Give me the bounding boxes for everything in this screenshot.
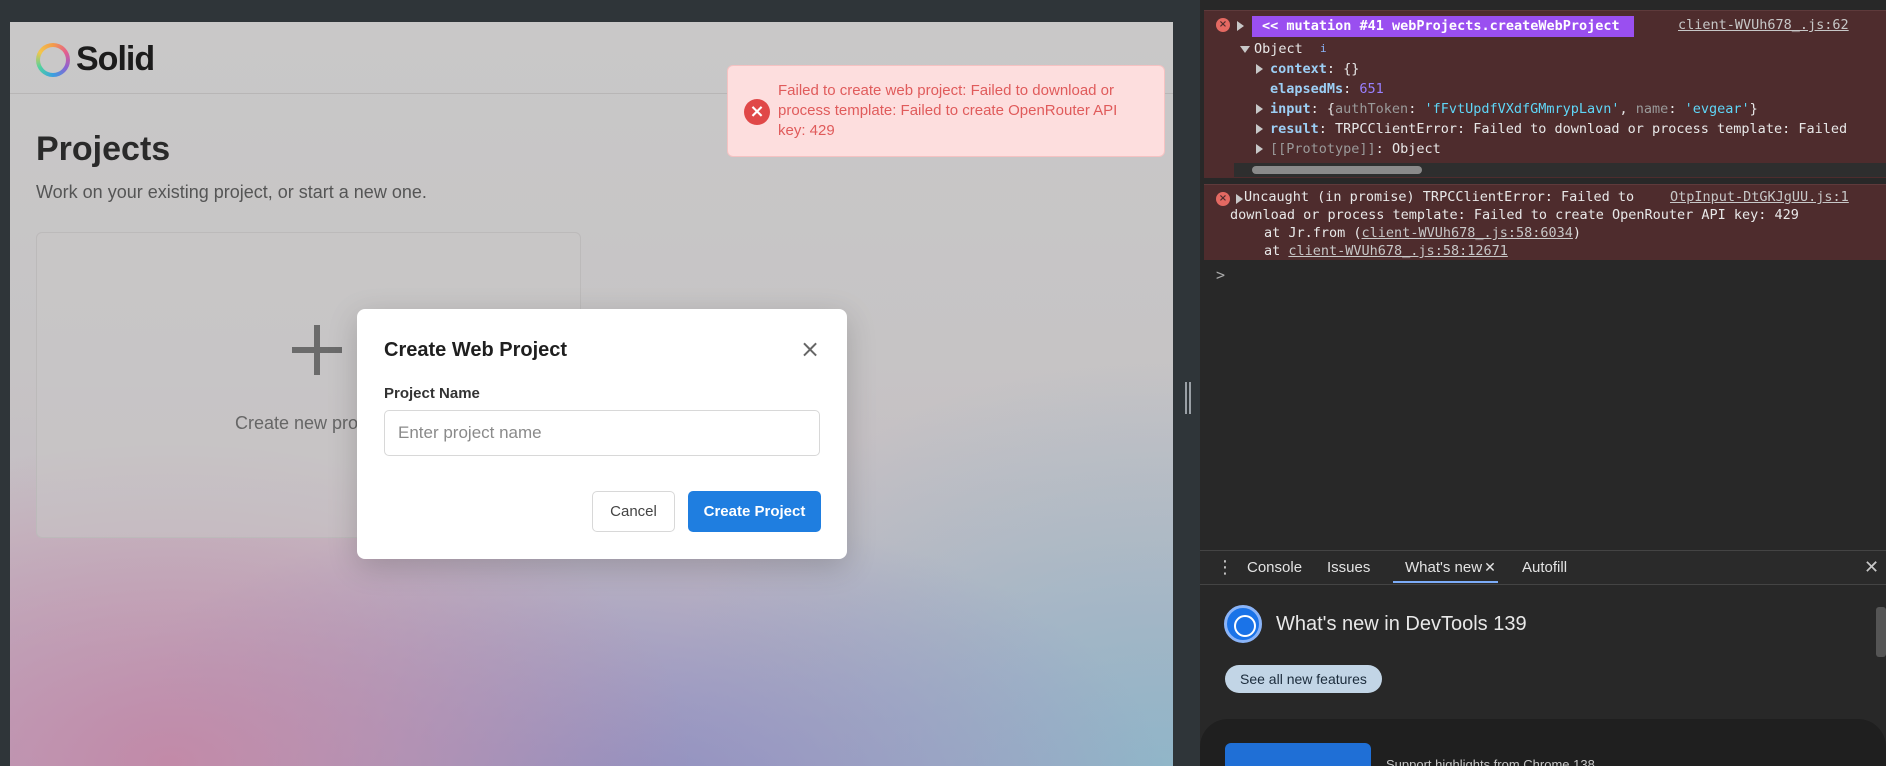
page-subtitle: Work on your existing project, or start …	[36, 182, 427, 202]
scrollbar-thumb[interactable]	[1252, 166, 1422, 174]
prop-elapsed: elapsedMs: 651	[1270, 81, 1384, 97]
stack-line-2: at client-WVUh678_.js:58:12671	[1264, 243, 1508, 259]
mutation-badge: << mutation #41 webProjects.createWebPro…	[1252, 16, 1634, 37]
logo-text: Solid	[76, 40, 155, 78]
stack-line-1: at Jr.from (client-WVUh678_.js:58:6034)	[1264, 225, 1582, 241]
source-link[interactable]: client-WVUh678_.js:62	[1678, 15, 1849, 35]
project-name-input[interactable]	[384, 410, 820, 456]
splitter-handle[interactable]	[1185, 382, 1191, 414]
stack-link[interactable]: client-WVUh678_.js:58:12671	[1288, 243, 1507, 259]
error-toast: × Failed to create web project: Failed t…	[727, 65, 1165, 157]
stack-link[interactable]: client-WVUh678_.js:58:6034	[1362, 225, 1573, 241]
object-label: Object	[1254, 41, 1303, 57]
solid-app: Solid Projects Work on your existing pro…	[10, 22, 1173, 766]
console-prompt[interactable]: >	[1216, 266, 1225, 284]
close-icon[interactable]: ×	[799, 337, 821, 361]
chrome-devtools-icon	[1224, 605, 1262, 643]
expand-triangle-icon[interactable]	[1256, 104, 1263, 114]
expand-triangle-icon[interactable]	[1256, 64, 1263, 74]
see-all-features-button[interactable]: See all new features	[1225, 665, 1382, 693]
expand-triangle-icon[interactable]	[1236, 194, 1243, 204]
cancel-button[interactable]: Cancel	[592, 491, 675, 532]
tab-whats-new[interactable]: What's new ✕	[1393, 559, 1498, 583]
dialog-title: Create Web Project	[384, 339, 568, 361]
prop-result: result: TRPCClientError: Failed to downl…	[1270, 121, 1848, 137]
more-options-icon[interactable]: ⋮	[1216, 557, 1234, 578]
vertical-scrollbar[interactable]	[1876, 607, 1886, 657]
prop-input: input: {authToken: 'fFvtUpdfVXdfGMmrypLa…	[1270, 101, 1758, 117]
expand-triangle-icon[interactable]	[1256, 124, 1263, 134]
error-icon: ×	[1216, 192, 1230, 206]
toast-message: Failed to create web project: Failed to …	[778, 82, 1118, 139]
create-project-button[interactable]: Create Project	[688, 491, 821, 532]
devtools-drawer: ⋮ Console Issues What's new ✕ Autofill ✕ …	[1200, 550, 1886, 766]
tab-console[interactable]: Console	[1247, 559, 1302, 576]
logo-ring-icon	[36, 42, 70, 77]
error-x-icon: ×	[744, 99, 770, 125]
console-error-uncaught: × Uncaught (in promise) TRPCClientError:…	[1204, 184, 1886, 260]
project-name-label: Project Name	[384, 385, 480, 402]
error-line-2: download or process template: Failed to …	[1230, 207, 1799, 223]
prop-prototype: [[Prototype]]: Object	[1270, 141, 1441, 157]
card-text: Support highlights from Chrome 138	[1386, 757, 1595, 766]
create-new-project-label: Create new pro	[235, 413, 359, 433]
horizontal-scrollbar[interactable]	[1234, 163, 1886, 177]
devtools-panel: × << mutation #41 webProjects.createWebP…	[1200, 0, 1886, 766]
source-link[interactable]: OtpInput-DtGKJgUU.js:1	[1670, 187, 1849, 207]
drawer-tabbar: ⋮ Console Issues What's new ✕ Autofill ✕	[1200, 551, 1886, 585]
collapse-triangle-icon[interactable]	[1240, 46, 1250, 53]
plus-icon	[292, 325, 342, 375]
error-icon: ×	[1216, 18, 1230, 32]
close-drawer-icon[interactable]: ✕	[1864, 557, 1879, 578]
close-tab-icon[interactable]: ✕	[1484, 560, 1496, 576]
card-thumbnail	[1225, 743, 1371, 766]
screen: Solid Projects Work on your existing pro…	[0, 0, 1886, 766]
info-icon[interactable]: i	[1320, 39, 1327, 59]
whats-new-title: What's new in DevTools 139	[1276, 613, 1527, 635]
error-line-1: Uncaught (in promise) TRPCClientError: F…	[1244, 189, 1635, 205]
tab-issues[interactable]: Issues	[1327, 559, 1370, 576]
expand-triangle-icon[interactable]	[1237, 21, 1244, 31]
expand-triangle-icon[interactable]	[1256, 144, 1263, 154]
prop-context: context: {}	[1270, 61, 1360, 77]
tab-autofill[interactable]: Autofill	[1522, 559, 1567, 576]
logo[interactable]: Solid	[36, 40, 155, 79]
console-error-mutation: × << mutation #41 webProjects.createWebP…	[1204, 10, 1886, 178]
page-title: Projects	[36, 130, 171, 168]
create-web-project-dialog: Create Web Project × Project Name Cancel…	[357, 309, 847, 559]
